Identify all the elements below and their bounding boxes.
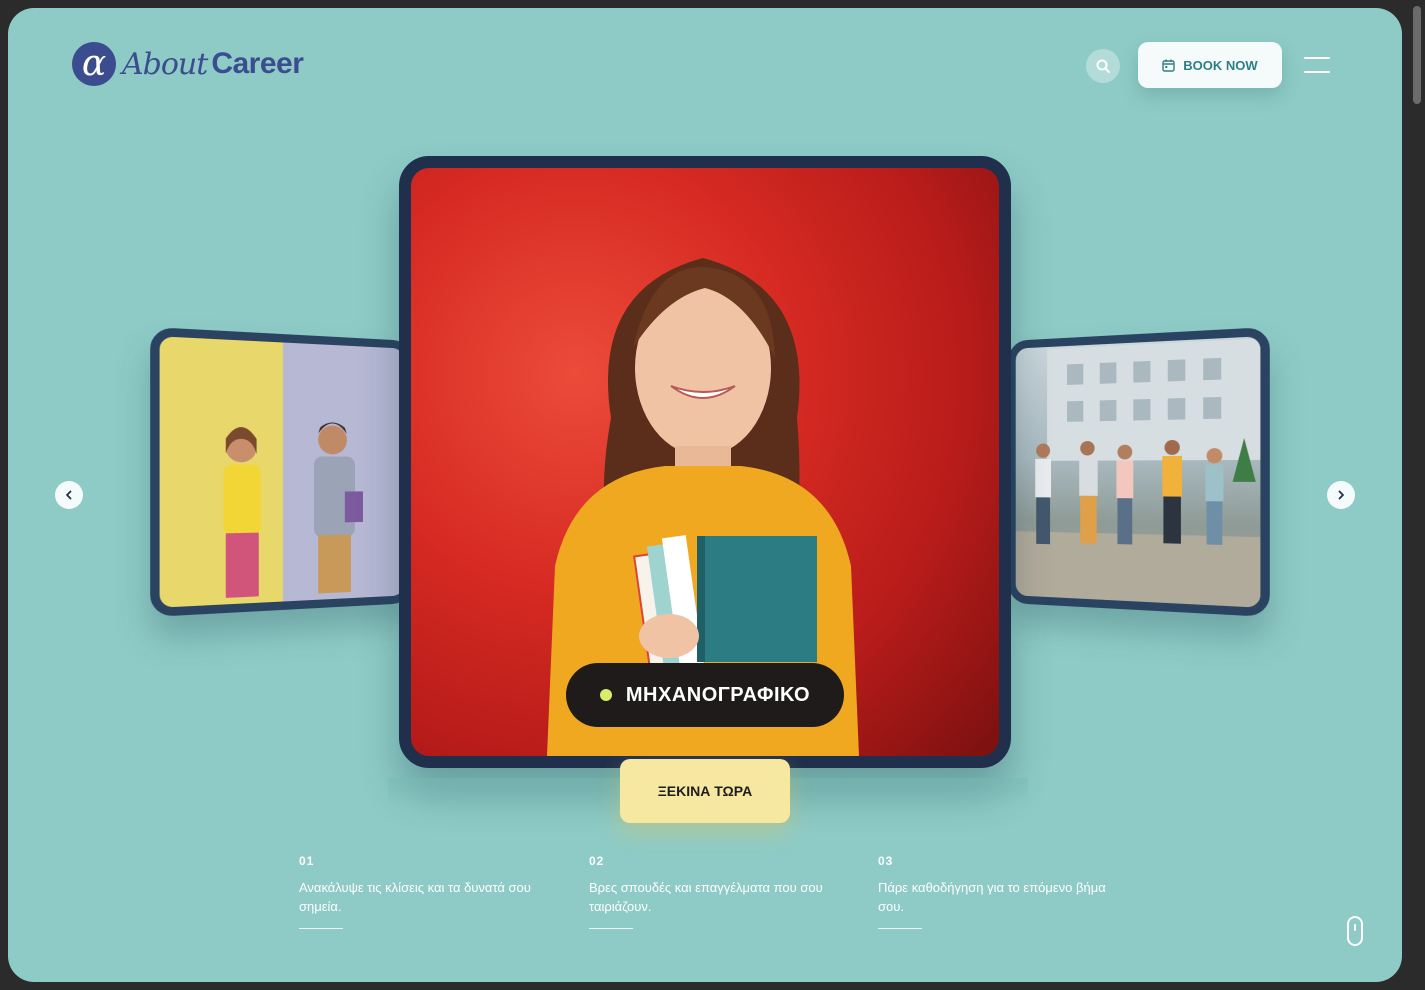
- hamburger-icon[interactable]: [1304, 55, 1332, 77]
- chevron-right-icon: [1338, 490, 1344, 500]
- prev-slide-button[interactable]: [55, 481, 83, 509]
- step-text: Ανακάλυψε τις κλίσεις και τα δυνατά σου …: [299, 880, 531, 914]
- slide-label: ΜΗΧΑΝΟΓΡΑΦΙΚΟ: [566, 663, 844, 727]
- logo[interactable]: α About Career: [72, 42, 304, 86]
- book-now-button[interactable]: BOOK NOW: [1138, 42, 1282, 88]
- calendar-icon: [1162, 59, 1175, 72]
- slide-image-right[interactable]: [1008, 326, 1270, 618]
- step-number: 01: [299, 854, 315, 868]
- page-frame: α About Career BOOK NOW ΜΗΧΑΝΟΓΡΑΦΙΚΟ ΞΕ…: [8, 8, 1402, 982]
- logo-mark: α: [72, 42, 116, 86]
- chevron-left-icon: [66, 490, 72, 500]
- logo-text-career: Career: [211, 47, 304, 80]
- book-now-label: BOOK NOW: [1183, 57, 1258, 73]
- scrollbar[interactable]: [1409, 0, 1425, 990]
- step-number: 02: [589, 854, 605, 868]
- active-dot-icon: [599, 689, 612, 701]
- mouse-scroll-icon[interactable]: [1347, 916, 1363, 946]
- students-walking-image: [1008, 338, 1270, 618]
- scrollbar-thumb[interactable]: [1413, 6, 1421, 104]
- step-item: 02 Βρες σπουδές και επαγγέλματα που σου …: [589, 854, 839, 929]
- step-text: Βρες σπουδές και επαγγέλματα που σου ται…: [589, 880, 823, 914]
- slide-label-text: ΜΗΧΑΝΟΓΡΑΦΙΚΟ: [625, 683, 811, 706]
- next-slide-button[interactable]: [1327, 481, 1355, 509]
- step-divider: [878, 928, 922, 929]
- search-button[interactable]: [1086, 49, 1120, 83]
- search-icon: [1096, 59, 1110, 73]
- slide-image-left[interactable]: [150, 326, 412, 618]
- step-item: 03 Πάρε καθοδήγηση για το επόμενο βήμα σ…: [878, 854, 1128, 929]
- students-thinking-image: [223, 422, 363, 598]
- step-divider: [299, 928, 343, 929]
- step-item: 01 Ανακάλυψε τις κλίσεις και τα δυνατά σ…: [299, 854, 549, 929]
- step-divider: [589, 928, 633, 929]
- step-text: Πάρε καθοδήγηση για το επόμενο βήμα σου.: [878, 880, 1106, 914]
- start-now-button[interactable]: ΞΕΚΙΝΑ ΤΩΡΑ: [620, 759, 790, 823]
- logo-text-about: About: [122, 46, 208, 82]
- step-number: 03: [878, 854, 894, 868]
